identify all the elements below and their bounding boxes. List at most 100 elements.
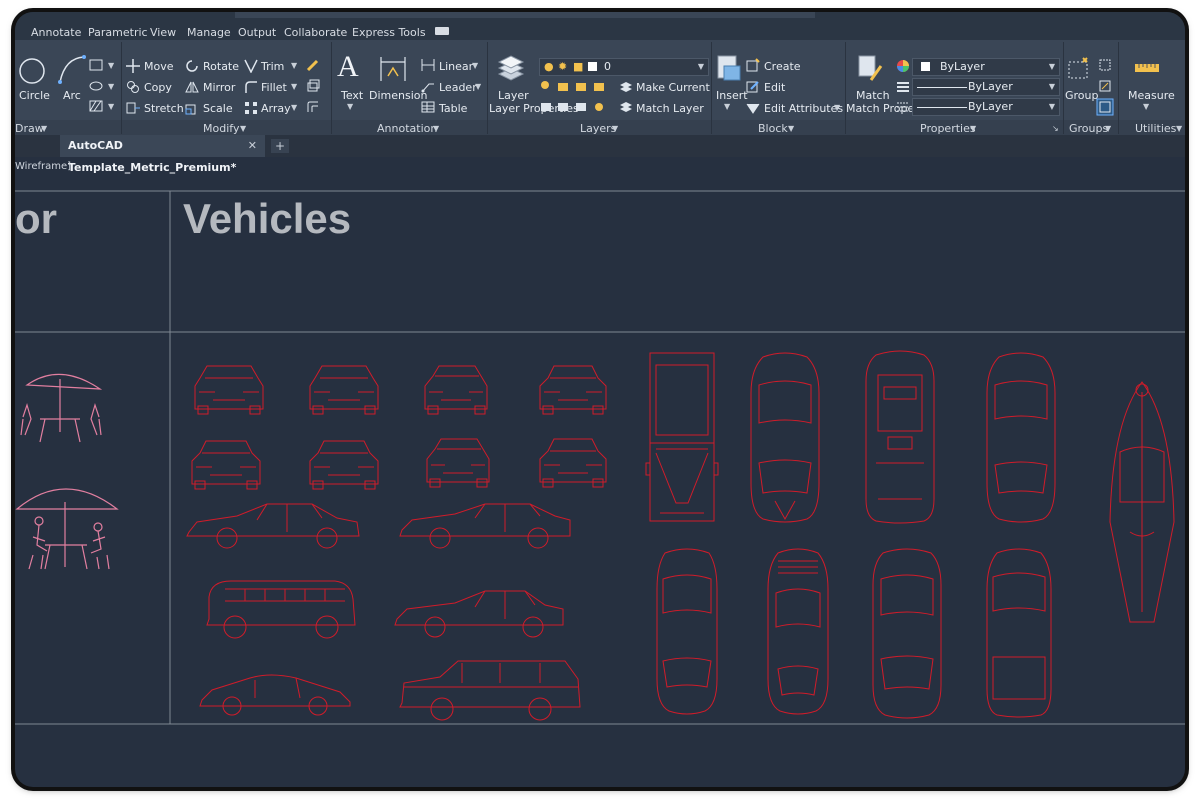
workspace-switch-icon[interactable]	[435, 27, 449, 35]
group-edit-icon[interactable]	[1098, 79, 1112, 93]
dimension-label[interactable]: Dimension	[369, 89, 427, 102]
chevron-down-icon[interactable]: ▼	[291, 103, 297, 112]
fillet-label[interactable]: Fillet	[261, 81, 287, 94]
move-icon[interactable]	[126, 59, 140, 73]
fillet-icon[interactable]	[244, 80, 258, 94]
arc-label[interactable]: Arc	[63, 89, 81, 102]
trim-icon[interactable]	[244, 59, 258, 73]
array-icon[interactable]	[244, 101, 258, 115]
lineweight-icon[interactable]	[896, 80, 910, 94]
chevron-down-icon[interactable]: ▼	[291, 82, 297, 91]
scale-icon[interactable]	[185, 101, 199, 115]
arc-icon[interactable]	[57, 54, 87, 86]
menu-view[interactable]: View	[150, 26, 176, 39]
group-selection-icon[interactable]	[1096, 98, 1114, 116]
text-icon[interactable]: A	[337, 50, 359, 84]
utilities-panel-title[interactable]: Utilities	[1135, 122, 1176, 135]
scale-label[interactable]: Scale	[203, 102, 233, 115]
circle-icon[interactable]	[17, 56, 47, 86]
match-layer-icon[interactable]	[619, 100, 633, 114]
chevron-down-icon[interactable]: ▼	[41, 124, 47, 133]
ungroup-icon[interactable]	[1098, 58, 1112, 72]
dimension-icon[interactable]	[378, 54, 408, 84]
chevron-down-icon[interactable]: ▼	[1176, 124, 1182, 133]
insert-label[interactable]: Insert	[716, 89, 748, 102]
copy-icon[interactable]	[126, 80, 140, 94]
mirror-label[interactable]: Mirror	[203, 81, 235, 94]
group-label[interactable]: Group	[1065, 89, 1099, 102]
chevron-down-icon[interactable]: ▼	[347, 102, 353, 111]
menu-parametric[interactable]: Parametric	[88, 26, 148, 39]
table-label[interactable]: Table	[439, 102, 467, 115]
layer-properties-label-1[interactable]: Layer	[498, 89, 529, 102]
chevron-down-icon[interactable]: ▼	[108, 102, 114, 111]
create-block-icon[interactable]	[746, 58, 760, 72]
chevron-down-icon[interactable]: ▼	[240, 124, 246, 133]
layers-panel-title[interactable]: Layers	[580, 122, 616, 135]
chevron-down-icon[interactable]: ▼	[724, 102, 730, 111]
menu-annotate[interactable]: Annotate	[31, 26, 81, 39]
match-properties-label-1[interactable]: Match	[856, 89, 890, 102]
groups-panel-title[interactable]: Groups	[1069, 122, 1108, 135]
properties-panel-title[interactable]: Properties	[920, 122, 976, 135]
rotate-icon[interactable]	[185, 59, 199, 73]
linear-dim-icon[interactable]	[421, 58, 435, 72]
measure-icon[interactable]	[1134, 62, 1160, 74]
array-label[interactable]: Array	[261, 102, 291, 115]
drawing-canvas[interactable]	[15, 157, 1185, 787]
chevron-down-icon[interactable]: ▼	[472, 61, 478, 70]
text-label[interactable]: Text	[341, 89, 363, 102]
chevron-down-icon[interactable]: ▼	[291, 61, 297, 70]
new-tab-button[interactable]: +	[271, 139, 289, 153]
linetype-dropdown[interactable]: ByLayer ▼	[912, 98, 1060, 116]
match-layer-label[interactable]: Match Layer	[636, 102, 704, 115]
leader-icon[interactable]	[421, 79, 435, 93]
layer-tools-row-2[interactable]	[540, 100, 620, 114]
chevron-down-icon[interactable]: ▼	[834, 103, 840, 112]
erase-icon[interactable]	[306, 58, 320, 72]
rotate-label[interactable]: Rotate	[203, 60, 239, 73]
color-dropdown[interactable]: ByLayer ▼	[912, 58, 1060, 76]
circle-label[interactable]: Circle	[19, 89, 50, 102]
chevron-down-icon[interactable]: ▼	[1143, 102, 1149, 111]
menu-collaborate[interactable]: Collaborate	[284, 26, 347, 39]
chevron-down-icon[interactable]: ▼	[1105, 124, 1111, 133]
linetype-icon[interactable]	[896, 100, 910, 114]
ellipse-icon[interactable]	[89, 80, 103, 92]
chevron-down-icon[interactable]: ▼	[475, 82, 481, 91]
layer-dropdown[interactable]: ● ✹ ■ 0 ▼	[539, 58, 709, 76]
menu-manage[interactable]: Manage	[187, 26, 231, 39]
make-current-icon[interactable]	[619, 80, 633, 94]
annotation-panel-title[interactable]: Annotation	[377, 122, 437, 135]
tab-drawing[interactable]: AutoCAD Template_Metric_Premium* ✕	[60, 135, 265, 174]
panel-expander-icon[interactable]: ↘	[1052, 124, 1059, 133]
chevron-down-icon[interactable]: ▼	[788, 124, 794, 133]
menu-output[interactable]: Output	[238, 26, 276, 39]
chevron-down-icon[interactable]: ▼	[108, 61, 114, 70]
chevron-down-icon[interactable]: ▼	[612, 124, 618, 133]
hatch-icon[interactable]	[89, 100, 103, 112]
mirror-icon[interactable]	[185, 80, 199, 94]
copy-label[interactable]: Copy	[144, 81, 172, 94]
linear-label[interactable]: Linear	[439, 60, 473, 73]
edit-block-icon[interactable]	[746, 79, 760, 93]
measure-label[interactable]: Measure	[1128, 89, 1175, 102]
color-wheel-icon[interactable]	[896, 59, 910, 73]
chevron-down-icon[interactable]: ▼	[970, 124, 976, 133]
edit-attributes-icon[interactable]	[746, 100, 760, 114]
leader-label[interactable]: Leader	[439, 81, 477, 94]
match-properties-icon[interactable]	[857, 54, 883, 84]
trim-label[interactable]: Trim	[261, 60, 284, 73]
create-label[interactable]: Create	[764, 60, 801, 73]
close-icon[interactable]: ✕	[248, 135, 257, 157]
insert-block-icon[interactable]	[716, 54, 742, 84]
layer-tools-row-1[interactable]	[540, 80, 620, 94]
edit-attributes-label[interactable]: Edit Attributes	[764, 102, 843, 115]
chevron-down-icon[interactable]: ▼	[433, 124, 439, 133]
move-label[interactable]: Move	[144, 60, 174, 73]
modify-panel-title[interactable]: Modify	[203, 122, 239, 135]
stretch-label[interactable]: Stretch	[144, 102, 184, 115]
make-current-label[interactable]: Make Current	[636, 81, 710, 94]
rectangle-icon[interactable]	[89, 59, 103, 71]
menu-express-tools[interactable]: Express Tools	[352, 26, 426, 39]
